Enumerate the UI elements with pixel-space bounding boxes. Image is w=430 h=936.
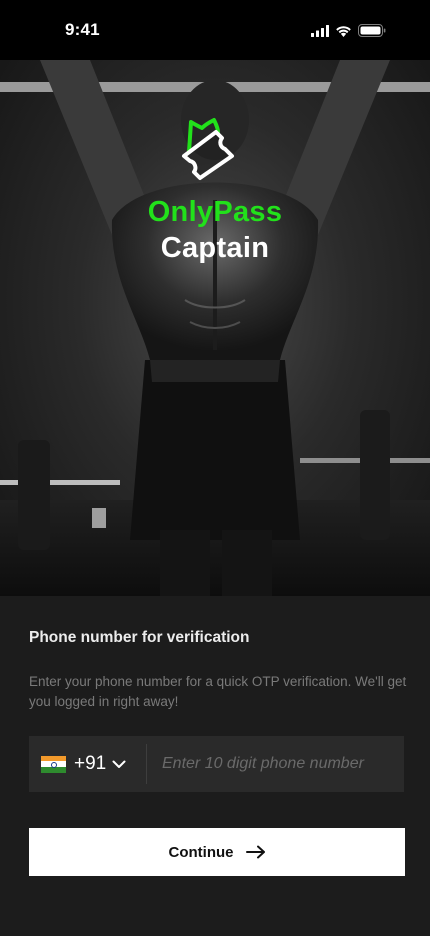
- status-icons: [311, 24, 386, 37]
- status-bar: 9:41: [0, 0, 430, 60]
- india-flag-icon: [41, 755, 66, 773]
- continue-button[interactable]: Continue: [29, 828, 405, 876]
- panel-description: Enter your phone number for a quick OTP …: [29, 674, 407, 709]
- continue-label: Continue: [168, 843, 234, 861]
- phone-number-input[interactable]: [147, 736, 404, 792]
- verification-panel: Phone number for verification Enter your…: [0, 596, 430, 936]
- login-screen: 9:41 OnlyPass Captain Phone number for v…: [0, 0, 430, 936]
- wifi-icon: [336, 25, 351, 37]
- chevron-down-icon: [112, 760, 126, 768]
- ticket-logo-icon: [182, 118, 234, 180]
- battery-icon: [358, 24, 386, 37]
- phone-input-group: +91: [29, 736, 404, 792]
- brand-name-line2: Captain: [160, 232, 270, 264]
- country-code: +91: [74, 753, 107, 774]
- status-time: 9:41: [65, 20, 100, 39]
- country-code-selector[interactable]: +91: [29, 736, 146, 792]
- panel-title: Phone number for verification: [29, 629, 250, 646]
- cellular-signal-icon: [311, 24, 329, 37]
- brand-name-line1: OnlyPass: [147, 196, 283, 228]
- arrow-right-icon: [245, 845, 265, 859]
